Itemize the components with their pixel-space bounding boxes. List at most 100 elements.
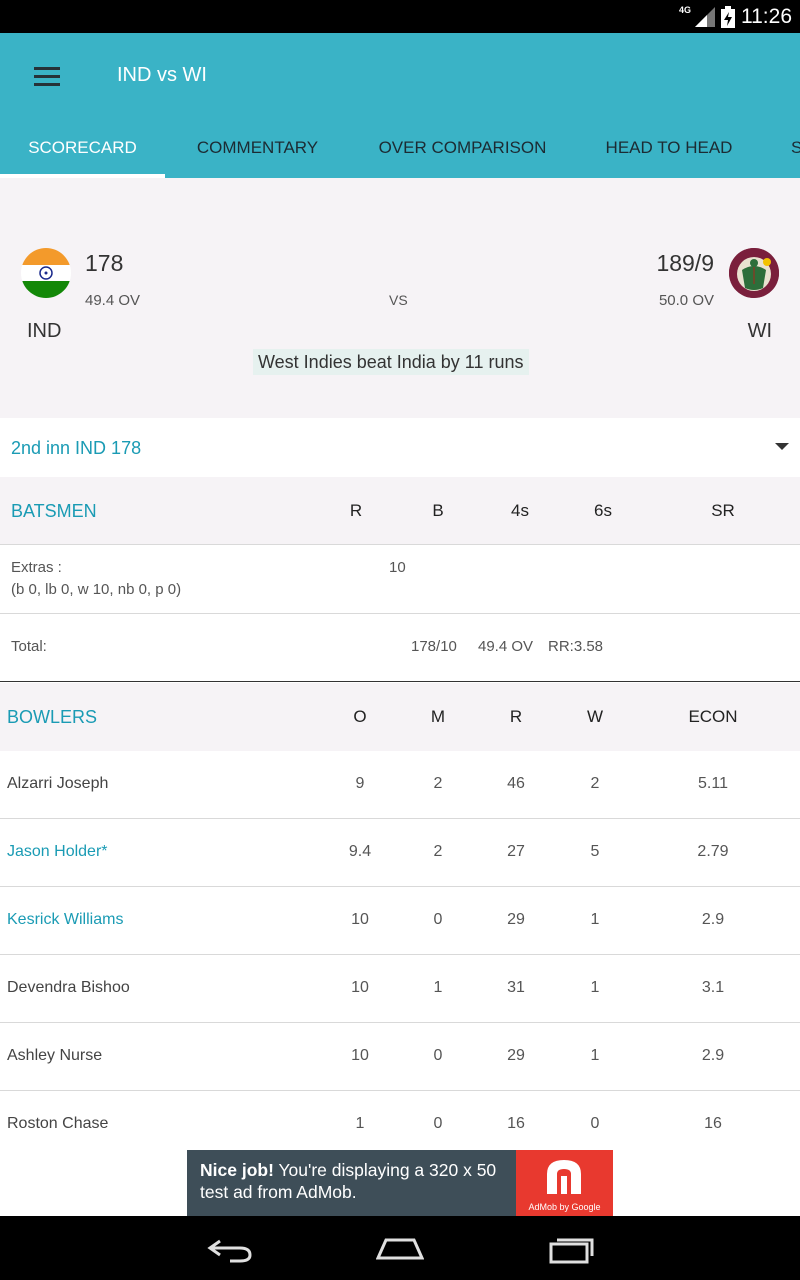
bowler-economy: 16 [704, 1115, 722, 1132]
hamburger-icon [34, 67, 60, 70]
bowler-wickets: 1 [590, 911, 600, 928]
ad-headline: Nice job! [200, 1160, 274, 1180]
bowler-economy: 3.1 [701, 979, 725, 996]
tab-bar: SCORECARD COMMENTARY OVER COMPARISON HEA… [0, 125, 800, 178]
bowler-wickets: 1 [590, 1047, 600, 1064]
tab-partial[interactable]: S [763, 125, 800, 178]
innings-label: 2nd inn IND 178 [11, 438, 142, 458]
extras-label: Extras : [11, 559, 62, 576]
clock: 11:26 [741, 5, 792, 28]
bowler-name[interactable]: Devendra Bishoo [7, 979, 130, 997]
home-icon [375, 1238, 425, 1260]
bowler-overs: 1 [355, 1115, 365, 1132]
tab-commentary[interactable]: COMMENTARY [165, 125, 350, 178]
bowler-maidens: 2 [433, 843, 443, 860]
bowler-runs: 31 [507, 979, 525, 996]
bowler-wickets: 2 [590, 775, 600, 792]
total-score: 178/10 [411, 638, 457, 655]
bowler-overs: 9.4 [348, 843, 372, 860]
bowlers-header: BOWLERS O M R W ECON [0, 683, 800, 751]
total-overs: 49.4 OV [478, 638, 534, 655]
batsmen-header: BATSMEN R B 4s 6s SR [0, 477, 800, 545]
bowler-economy: 2.9 [701, 1047, 725, 1064]
bowlers-col-overs: O [353, 707, 367, 726]
app-bar: IND vs WI SCORECARD COMMENTARY OVER COMP… [0, 33, 800, 178]
bowler-maidens: 0 [433, 1115, 443, 1132]
india-flag-icon [21, 248, 71, 298]
west-indies-crest-icon [729, 248, 779, 298]
bowler-name[interactable]: Alzarri Joseph [7, 775, 108, 793]
back-icon [207, 1239, 252, 1263]
bowler-wickets: 0 [590, 1115, 600, 1132]
ad-text: Nice job! You're displaying a 320 x 50 t… [200, 1159, 520, 1203]
bowler-name[interactable]: Roston Chase [7, 1115, 108, 1133]
bowlers-col-wickets: W [586, 707, 604, 726]
bowlers-title: BOWLERS [7, 707, 98, 727]
table-row: Ashley Nurse 10 0 29 1 2.9 [0, 1023, 800, 1091]
batsmen-col-runs: R [349, 501, 363, 520]
bowler-name[interactable]: Kesrick Williams [7, 911, 123, 929]
vs-label: VS [389, 292, 408, 308]
back-button[interactable] [206, 1234, 254, 1264]
menu-button[interactable] [34, 67, 64, 89]
bowler-maidens: 2 [433, 775, 443, 792]
bowler-maidens: 0 [433, 911, 443, 928]
bowlers-col-runs: R [509, 707, 523, 726]
table-row: Kesrick Williams 10 0 29 1 2.9 [0, 887, 800, 955]
batsmen-col-balls: B [432, 501, 444, 520]
team2-score: 189/9 [656, 250, 714, 276]
match-result: West Indies beat India by 11 runs [253, 349, 529, 375]
navigation-bar [0, 1216, 800, 1280]
bowler-runs: 46 [507, 775, 525, 792]
table-row: Jason Holder* 9.4 2 27 5 2.79 [0, 819, 800, 887]
bowler-wickets: 1 [590, 979, 600, 996]
bowler-runs: 29 [507, 911, 525, 928]
home-button[interactable] [375, 1234, 425, 1264]
battery-icon [721, 6, 735, 28]
total-run-rate: RR:3.58 [548, 638, 604, 655]
ad-logo-caption: AdMob by Google [528, 1202, 601, 1212]
bowler-maidens: 1 [433, 979, 443, 996]
bowler-maidens: 0 [433, 1047, 443, 1064]
tab-scorecard[interactable]: SCORECARD [0, 125, 165, 178]
tab-over-comparison[interactable]: OVER COMPARISON [350, 125, 575, 178]
batsmen-col-strike-rate: SR [711, 501, 735, 520]
bowler-runs: 27 [507, 843, 525, 860]
table-row: Devendra Bishoo 10 1 31 1 3.1 [0, 955, 800, 1023]
bowler-overs: 10 [351, 979, 369, 996]
page-title: IND vs WI [117, 64, 207, 86]
bowler-runs: 16 [507, 1115, 525, 1132]
team1-score: 178 [85, 250, 124, 276]
table-row: Alzarri Joseph 9 2 46 2 5.11 [0, 751, 800, 819]
batsmen-title: BATSMEN [11, 501, 97, 521]
batsmen-col-sixes: 6s [594, 501, 612, 520]
table-row: Roston Chase 1 0 16 0 16 [0, 1091, 800, 1159]
team1-name: IND [27, 320, 62, 342]
team2-overs: 50.0 OV [658, 292, 714, 309]
bowler-economy: 5.11 [698, 775, 728, 792]
total-label: Total: [11, 638, 47, 655]
bowler-name[interactable]: Jason Holder* [7, 843, 108, 861]
signal-icon [695, 7, 715, 27]
extras-detail: (b 0, lb 0, w 10, nb 0, p 0) [11, 581, 182, 598]
bowler-overs: 9 [355, 775, 365, 792]
extras-row: Extras : (b 0, lb 0, w 10, nb 0, p 0) 10 [0, 546, 800, 614]
bowler-economy: 2.79 [697, 843, 729, 860]
tab-head-to-head[interactable]: HEAD TO HEAD [575, 125, 763, 178]
network-type: 4G [678, 5, 691, 15]
team2-name: WI [747, 320, 772, 342]
bowlers-col-maidens: M [430, 707, 446, 726]
innings-selector[interactable]: 2nd inn IND 178 [0, 418, 800, 477]
bowler-name[interactable]: Ashley Nurse [7, 1047, 102, 1065]
recents-icon [549, 1238, 594, 1264]
recents-button[interactable] [548, 1234, 596, 1264]
dropdown-arrow-icon [775, 443, 789, 450]
ad-banner[interactable]: Nice job! You're displaying a 320 x 50 t… [187, 1150, 613, 1216]
extras-value: 10 [389, 559, 406, 576]
bowler-wickets: 5 [590, 843, 600, 860]
batsmen-col-fours: 4s [511, 501, 529, 520]
bowlers-col-economy: ECON [688, 707, 738, 726]
match-summary: 178 49.4 OV IND VS 189/9 50.0 OV WI West… [0, 178, 800, 418]
bowler-runs: 29 [507, 1047, 525, 1064]
total-row: Total: 178/10 49.4 OV RR:3.58 [0, 614, 800, 682]
